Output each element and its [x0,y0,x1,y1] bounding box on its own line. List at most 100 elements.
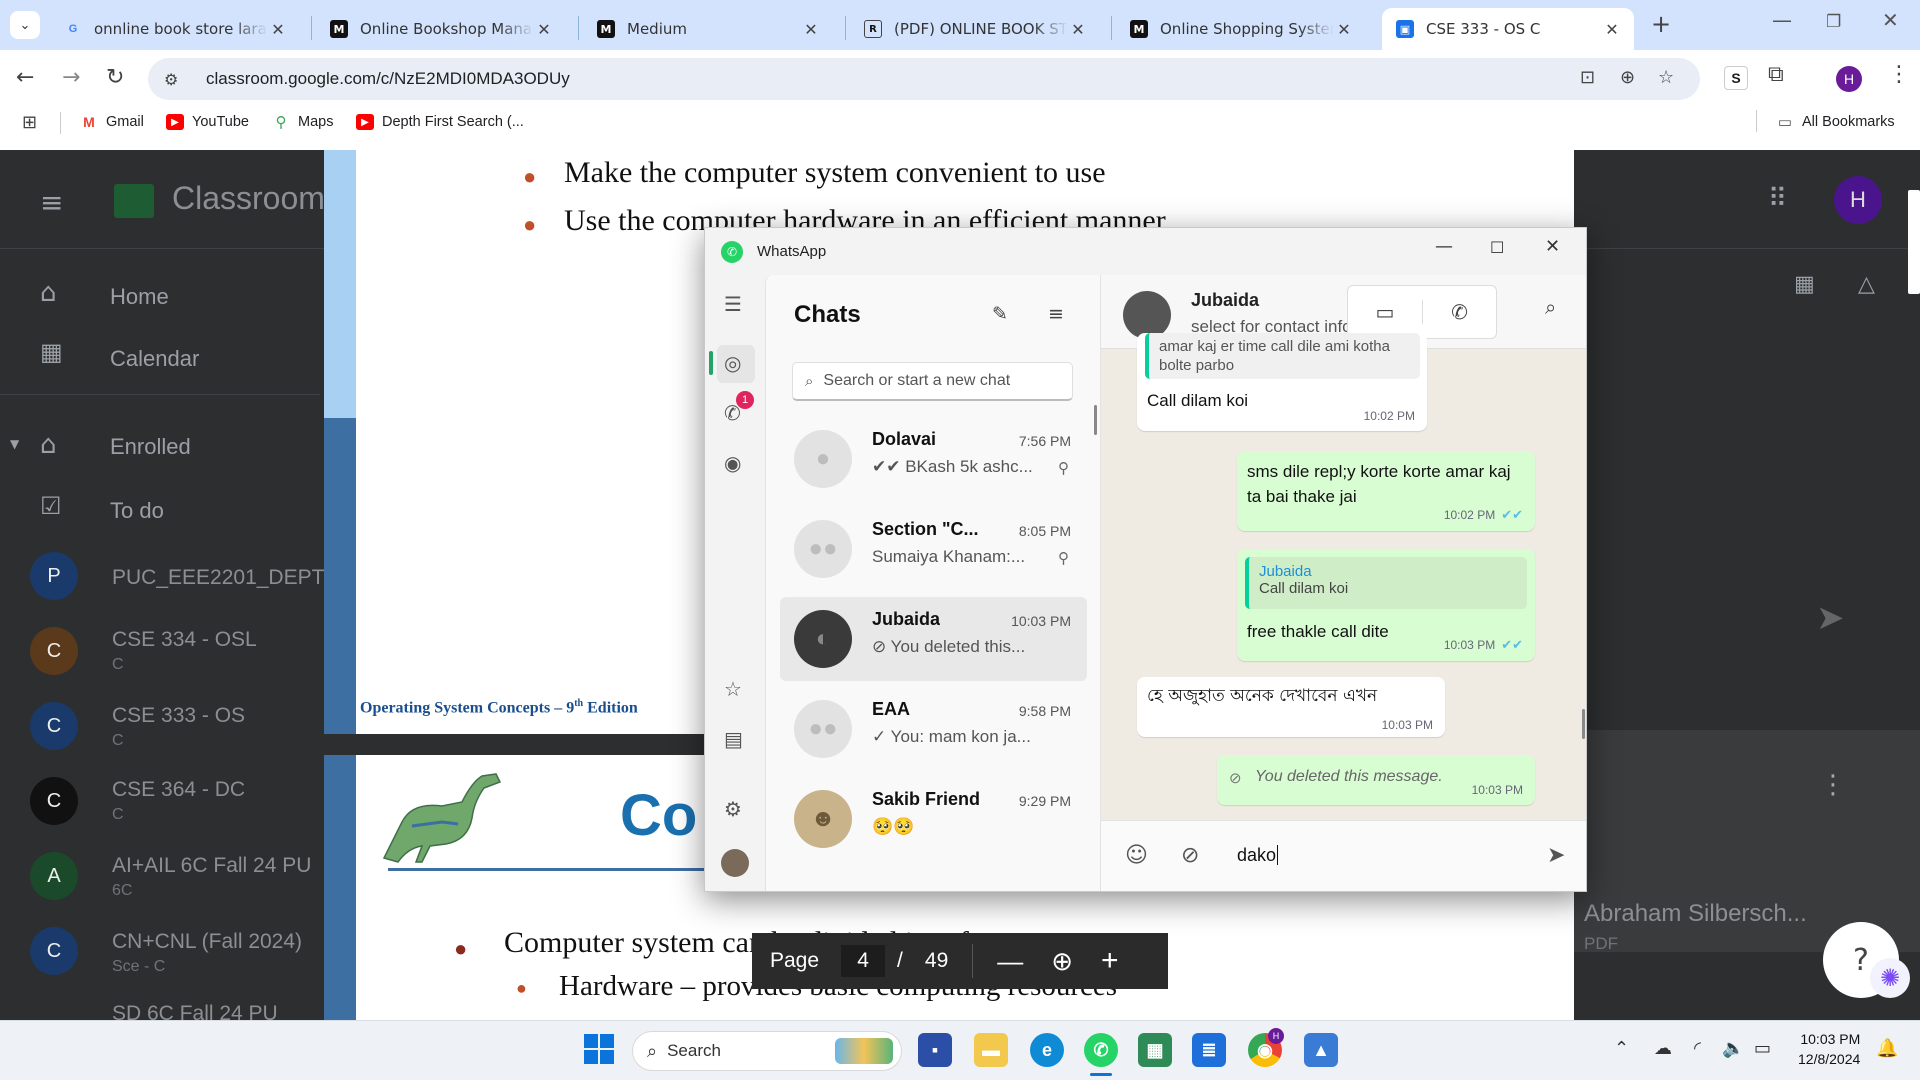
close-tab-icon[interactable]: ✕ [1602,20,1622,39]
status-icon[interactable]: ◉ [724,451,741,475]
photo-editor-icon[interactable]: ▲ [1304,1033,1338,1067]
close-tab-icon[interactable]: ✕ [801,20,821,39]
message-input[interactable]: dako [1237,845,1279,866]
course-avatar[interactable]: P [30,552,78,600]
zoom-fit-icon[interactable]: ⊕ [1051,946,1073,977]
apps-grid-icon[interactable]: ⠿ [1768,184,1787,214]
course-avatar[interactable]: A [30,852,78,900]
edge-icon[interactable]: e [1030,1033,1064,1067]
url-text[interactable]: classroom.google.com/c/NzE2MDI0MDA3ODUy [206,69,570,89]
zoom-icon[interactable]: ⊕ [1620,67,1635,88]
message-outgoing[interactable]: Jubaida Call dilam koi free thakle call … [1237,549,1535,661]
page-number-input[interactable]: 4 [841,945,886,977]
forward-arrow-icon[interactable]: → [62,64,80,92]
chats-icon[interactable]: ◎ [724,351,741,375]
close-tab-icon[interactable]: ✕ [1068,20,1088,39]
reload-icon[interactable]: ↻ [106,64,124,92]
store-icon[interactable]: ▪ [918,1033,952,1067]
all-bookmarks[interactable]: ▭ All Bookmarks [1776,114,1895,131]
show-hidden-icons[interactable]: ⌃ [1614,1038,1629,1059]
chat-item[interactable]: ☻ Sakib Friend 9:29 PM 🥺🥺 [780,777,1087,861]
voice-call-icon[interactable]: ✆ [1422,300,1496,324]
address-bar[interactable]: ⚙ classroom.google.com/c/NzE2MDI0MDA3ODU… [148,58,1700,100]
minimize-icon[interactable]: — [1435,236,1453,257]
taskbar-search[interactable]: ⌕ Search [632,1031,902,1071]
notification-bell-icon[interactable]: 🔔 [1876,1038,1898,1059]
chat-item[interactable]: ●● EAA 9:58 PM ✓ You: mam kon ja... [780,687,1087,771]
message-deleted[interactable]: ⊘ You deleted this message. 10:03 PM [1217,755,1535,805]
expand-icon[interactable]: ▼ [10,437,19,451]
tab-search-dropdown[interactable]: ⌄ [10,11,40,39]
emoji-icon[interactable]: ☺ [1125,843,1148,868]
close-icon[interactable]: ✕ [1545,236,1560,257]
scrollbar[interactable] [1908,190,1920,294]
file-explorer-icon[interactable]: ▬ [974,1033,1008,1067]
more-menu-icon[interactable]: ⋮ [1888,62,1910,87]
close-tab-icon[interactable]: ✕ [268,20,288,39]
browser-tab-5[interactable]: M Online Shopping System P ✕ [1116,8,1366,50]
course-avatar[interactable]: C [30,702,78,750]
browser-tab-4[interactable]: R (PDF) ONLINE BOOK STOR ✕ [850,8,1100,50]
course-name[interactable]: CSE 364 - DC [112,778,245,802]
menu-icon[interactable]: ☰ [724,292,742,316]
whatsapp-titlebar[interactable]: ✆ WhatsApp [705,228,1586,275]
back-arrow-icon[interactable]: ← [16,64,34,92]
extensions-puzzle-icon[interactable]: ⧉ [1768,62,1784,87]
nav-todo[interactable]: To do [110,498,164,524]
video-call-icon[interactable]: ▭ [1348,300,1422,324]
starred-icon[interactable]: ☆ [724,677,742,701]
search-chat-input[interactable]: ⌕ Search or start a new chat [792,362,1073,401]
battery-icon[interactable]: ▭ [1754,1038,1771,1059]
browser-tab-active[interactable]: ▣ CSE 333 - OS C ✕ [1382,8,1634,50]
filter-icon[interactable]: ≡ [1048,303,1064,325]
more-vert-icon[interactable]: ⋮ [1820,770,1846,800]
chat-item[interactable]: ● Dolavai 7:56 PM ✔✔ BKash 5k ashc... ⚲ [780,417,1087,501]
whatsapp-icon[interactable]: ✆ [1084,1033,1118,1067]
course-name[interactable]: PUC_EEE2201_DEPT_ [112,566,336,590]
new-chat-icon[interactable]: ✎ [992,303,1008,325]
apps-grid-icon[interactable]: ⊞ [22,112,37,133]
new-tab-button[interactable]: + [1651,11,1671,37]
chat-item-selected[interactable]: ◐ Jubaida 10:03 PM ⊘ You deleted this... [780,597,1087,681]
zoom-in-icon[interactable]: + [1101,944,1119,978]
chat-list-scrollbar[interactable] [1094,405,1097,435]
course-name[interactable]: SD 6C Fall 24 PU [112,1002,278,1020]
send-icon[interactable]: ➤ [1816,598,1845,638]
course-name[interactable]: CN+CNL (Fall 2024) [112,930,302,954]
install-app-icon[interactable]: ⊡ [1580,67,1595,88]
zoom-out-icon[interactable]: — [997,946,1023,977]
nav-enrolled[interactable]: Enrolled [110,434,191,460]
bookmark-youtube[interactable]: ▶ YouTube [166,114,249,130]
volume-icon[interactable]: 🔈 [1722,1038,1744,1059]
bookmark-maps[interactable]: ⚲ Maps [272,114,334,131]
message-incoming[interactable]: amar kaj er time call dile ami kotha bol… [1137,333,1427,431]
browser-tab-1[interactable]: G onnline book store laraval ✕ [50,8,300,50]
course-avatar[interactable]: C [30,777,78,825]
photos-icon[interactable]: ▦ [1138,1033,1172,1067]
bookmark-dfs[interactable]: ▶ Depth First Search (... [356,114,524,130]
attachment-card[interactable]: Abraham Silbersch... PDF ⋮ [1574,730,1920,953]
wifi-icon[interactable]: ◜ [1694,1038,1701,1059]
minimize-icon[interactable]: — [1772,8,1792,32]
close-window-icon[interactable]: ✕ [1882,8,1899,32]
message-incoming[interactable]: হে অজুহাত অনেক দেখাবেন এখন 10:03 PM [1137,677,1445,737]
course-avatar[interactable]: C [30,627,78,675]
conversation-scrollbar[interactable] [1582,709,1585,739]
send-icon[interactable]: ➤ [1547,843,1565,868]
account-avatar[interactable]: H [1834,176,1882,224]
chat-item[interactable]: ●● Section "C... 8:05 PM Sumaiya Khanam:… [780,507,1087,591]
attach-icon[interactable]: ⊘ [1181,843,1199,868]
notepad-icon[interactable]: ≣ [1192,1033,1226,1067]
bookmark-gmail[interactable]: M Gmail [80,114,144,130]
site-info-icon[interactable]: ⚙ [164,70,194,89]
start-icon[interactable] [584,1034,614,1064]
bookmark-star-icon[interactable]: ☆ [1658,67,1674,88]
maximize-icon[interactable]: ☐ [1490,238,1504,257]
archive-icon[interactable]: ▤ [724,727,743,751]
profile-avatar[interactable]: H [1836,66,1862,92]
search-icon[interactable]: ⌕ [1545,295,1556,319]
nav-calendar[interactable]: Calendar [110,346,199,372]
profile-avatar[interactable] [721,849,749,877]
browser-tab-3[interactable]: M Medium ✕ [583,8,833,50]
course-name[interactable]: CSE 333 - OS [112,704,245,728]
